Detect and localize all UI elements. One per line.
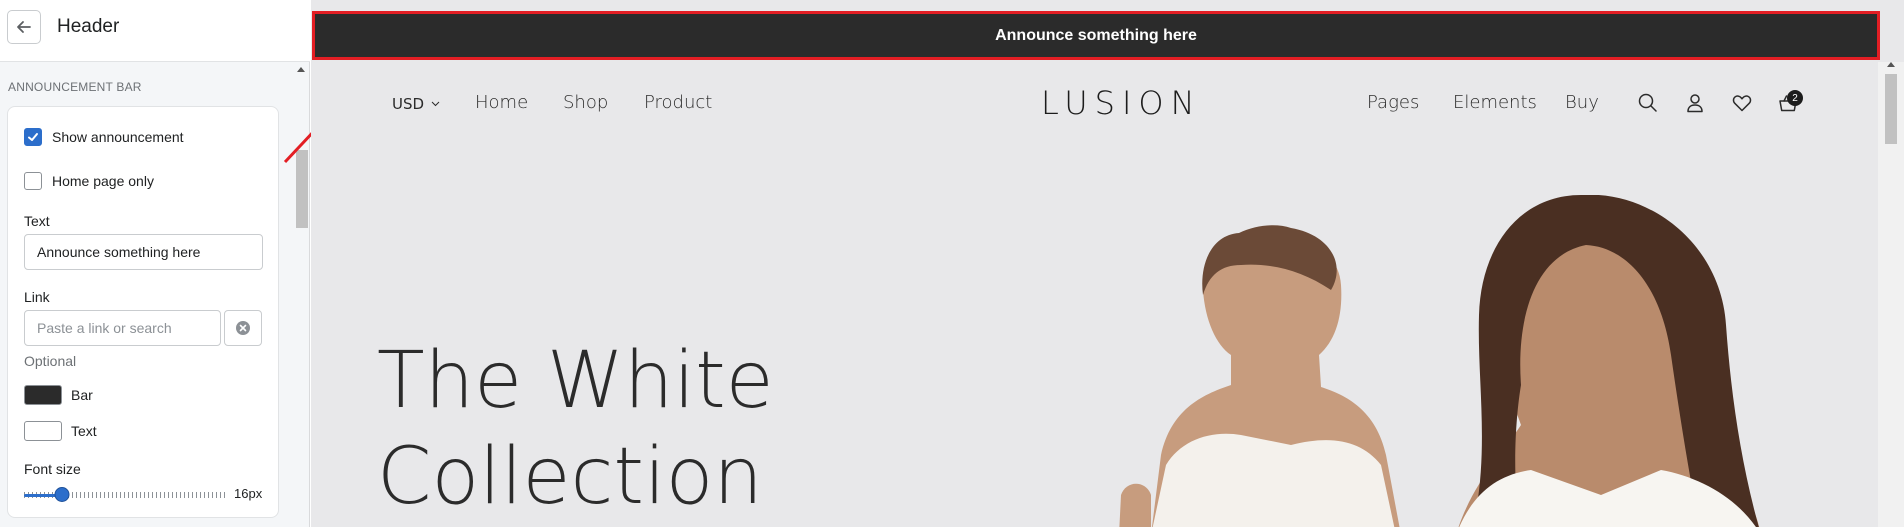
announcement-text-input[interactable] — [24, 234, 263, 270]
panel-title: Header — [57, 16, 120, 37]
text-color-swatch[interactable] — [24, 421, 62, 441]
nav-product[interactable]: Product — [644, 92, 712, 113]
announcement-settings-card: Show announcement Home page only Text Li… — [7, 106, 279, 518]
text-color-label: Text — [71, 423, 97, 439]
nav-elements[interactable]: Elements — [1453, 92, 1537, 113]
hero-models-image — [1119, 195, 1760, 527]
search-icon[interactable] — [1637, 92, 1659, 114]
show-announcement-checkbox[interactable]: Show announcement — [24, 128, 184, 146]
nav-pages[interactable]: Pages — [1367, 92, 1419, 113]
show-announcement-label: Show announcement — [52, 129, 184, 145]
section-heading: ANNOUNCEMENT BAR — [8, 80, 142, 94]
text-color-picker[interactable]: Text — [24, 421, 97, 441]
cart-count-badge: 2 — [1787, 90, 1803, 106]
currency-selector[interactable]: USD — [392, 95, 440, 113]
store-preview: Announce something here USD Home Shop Pr… — [311, 0, 1904, 527]
link-input[interactable] — [24, 310, 221, 346]
announcement-bar[interactable]: Announce something here — [312, 11, 1880, 60]
bar-color-swatch[interactable] — [24, 385, 62, 405]
settings-panel: Header ANNOUNCEMENT BAR Show announcemen… — [0, 0, 310, 527]
preview-scrollbar[interactable] — [1878, 62, 1904, 527]
home-page-only-checkbox[interactable]: Home page only — [24, 172, 154, 190]
nav-shop[interactable]: Shop — [563, 92, 608, 113]
hero-title: The White Collection — [377, 333, 774, 525]
font-size-value: 16px — [234, 486, 263, 501]
bar-color-label: Bar — [71, 387, 93, 403]
hero-title-line-2: Collection — [377, 432, 763, 522]
wishlist-icon[interactable] — [1731, 92, 1753, 114]
clear-link-button[interactable] — [224, 310, 262, 346]
account-icon[interactable] — [1684, 92, 1706, 114]
slider-thumb[interactable] — [54, 487, 70, 502]
bar-color-picker[interactable]: Bar — [24, 385, 93, 405]
back-button[interactable] — [7, 10, 41, 44]
preview-scroll-thumb[interactable] — [1885, 74, 1897, 144]
nav-home[interactable]: Home — [475, 92, 528, 113]
store-logo[interactable]: LUSION — [1041, 84, 1202, 122]
currency-label: USD — [392, 95, 425, 113]
panel-header: Header — [0, 0, 310, 62]
link-field-label: Link — [24, 289, 50, 305]
checkbox-checked-icon[interactable] — [24, 128, 42, 146]
font-size-slider[interactable] — [24, 487, 226, 502]
clear-circle-icon — [236, 321, 250, 335]
arrow-left-icon — [17, 21, 31, 33]
text-field-label: Text — [24, 213, 50, 229]
font-size-label: Font size — [24, 461, 81, 477]
nav-buy[interactable]: Buy — [1565, 92, 1599, 113]
link-hint: Optional — [24, 353, 77, 369]
scroll-up-icon[interactable] — [1887, 62, 1895, 67]
hero-title-line-1: The White — [377, 336, 774, 426]
home-page-only-label: Home page only — [52, 173, 154, 189]
chevron-down-icon — [431, 101, 440, 107]
checkbox-empty-icon[interactable] — [24, 172, 42, 190]
